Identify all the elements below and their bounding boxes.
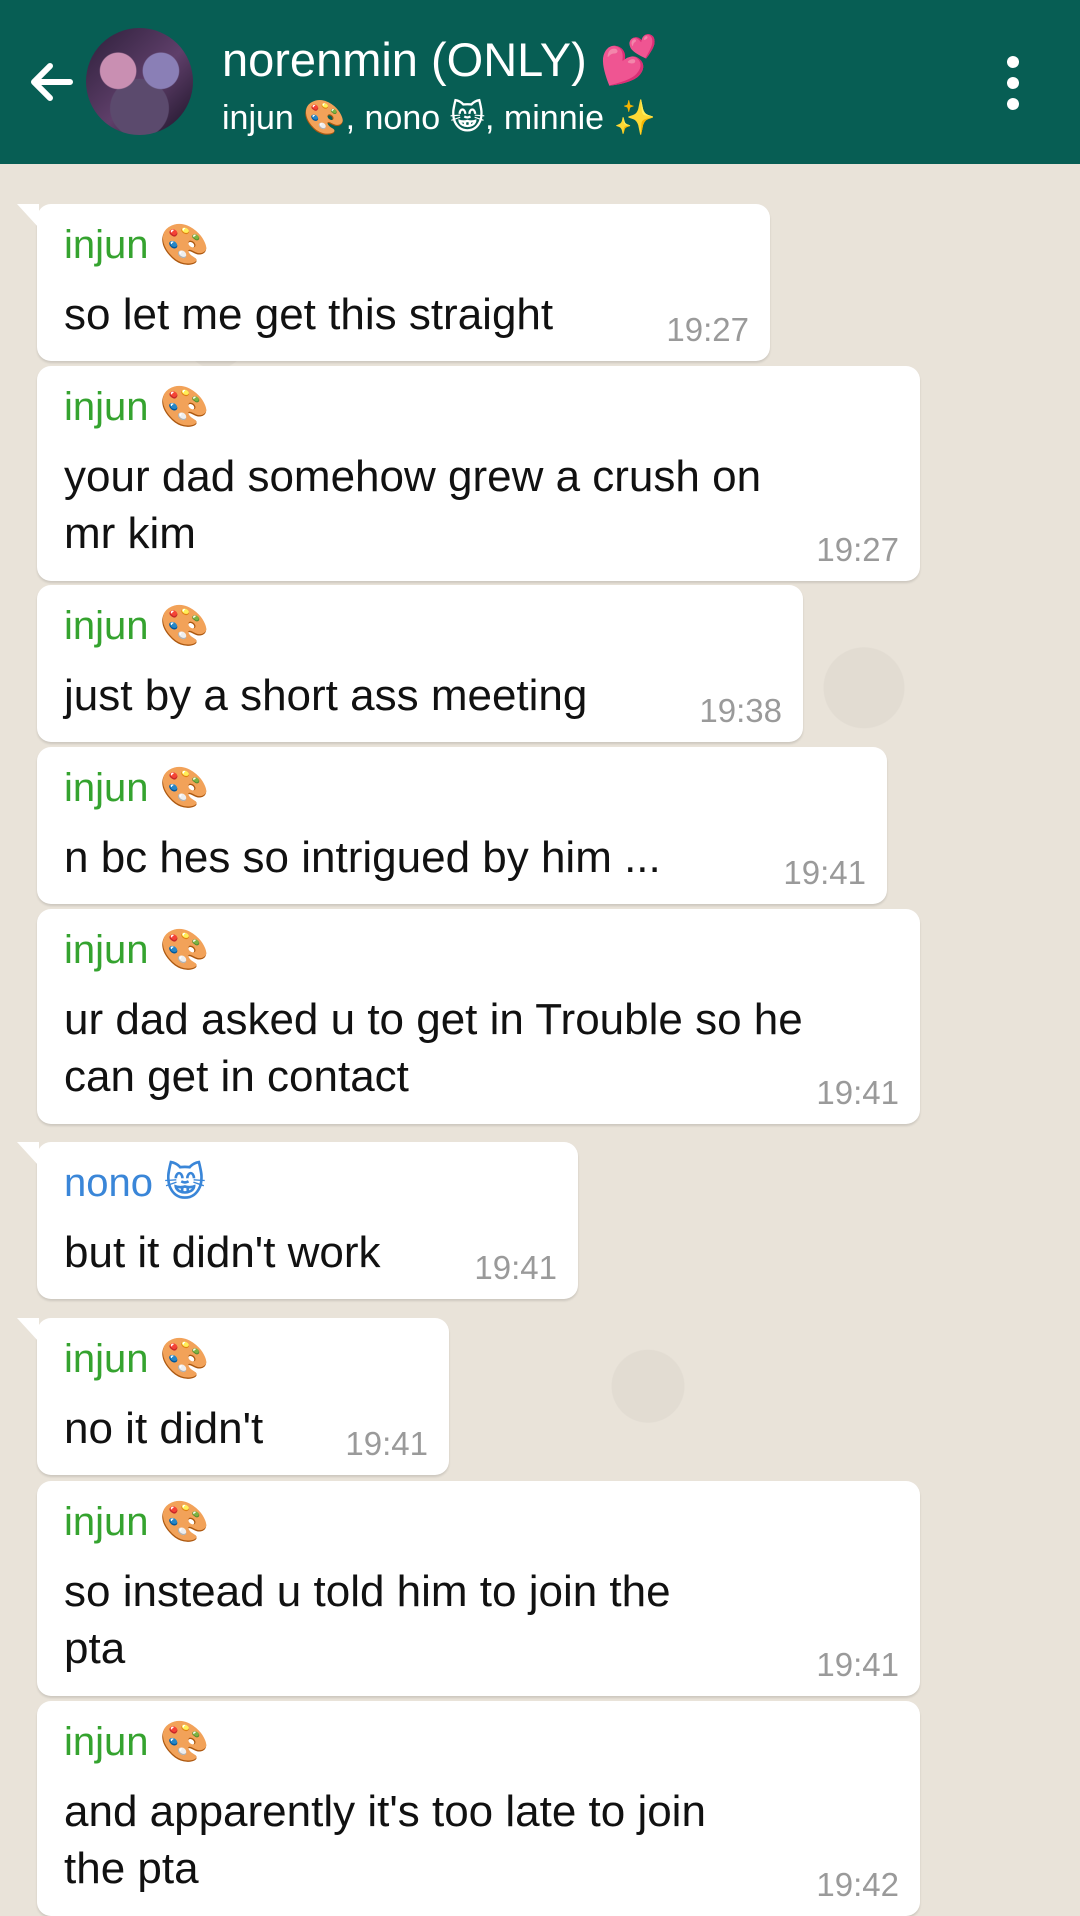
chat-messages: injun 🎨 so let me get this straight 19:2… <box>0 164 1080 1916</box>
chat-title[interactable]: norenmin (ONLY) 💕 <box>222 30 658 90</box>
group-avatar[interactable] <box>86 28 193 135</box>
message-sender: injun 🎨 <box>64 223 210 267</box>
message-text: n bc hes so intrigued by him ... <box>64 833 661 882</box>
message-bubble[interactable]: nono 😸 but it didn't work 19:41 <box>17 1142 578 1299</box>
chat-participants[interactable]: injun 🎨, nono 😸, minnie ✨ <box>222 96 656 140</box>
message-bubble[interactable]: injun 🎨 n bc hes so intrigued by him ...… <box>37 747 887 904</box>
message-time: 19:27 <box>816 531 899 568</box>
message-sender: injun 🎨 <box>64 1720 210 1764</box>
message-bubble[interactable]: injun 🎨 no it didn't 19:41 <box>17 1318 449 1475</box>
message-time: 19:41 <box>816 1074 899 1111</box>
message-sender: injun 🎨 <box>64 928 210 972</box>
message-text: and apparently it's too late to join the… <box>64 1787 706 1893</box>
message-bubble[interactable]: injun 🎨 so let me get this straight 19:2… <box>17 204 770 361</box>
message-time: 19:27 <box>666 311 749 348</box>
message-time: 19:41 <box>816 1646 899 1683</box>
message-time: 19:41 <box>783 854 866 891</box>
message-text: just by a short ass meeting <box>64 671 588 720</box>
message-sender: nono 😸 <box>64 1161 206 1205</box>
message-sender: injun 🎨 <box>64 766 210 810</box>
message-text: so let me get this straight <box>64 290 554 339</box>
message-sender: injun 🎨 <box>64 385 210 429</box>
chat-header: norenmin (ONLY) 💕 injun 🎨, nono 😸, minni… <box>0 0 1080 164</box>
message-text: your dad somehow grew a crush on mr kim <box>64 452 762 558</box>
message-sender: injun 🎨 <box>64 1500 210 1544</box>
message-bubble[interactable]: injun 🎨 and apparently it's too late to … <box>37 1701 920 1916</box>
more-options-icon[interactable] <box>998 56 1028 110</box>
back-arrow-icon[interactable] <box>22 52 82 112</box>
message-bubble[interactable]: injun 🎨 so instead u told him to join th… <box>37 1481 920 1696</box>
message-sender: injun 🎨 <box>64 604 210 648</box>
message-time: 19:42 <box>816 1866 899 1903</box>
message-bubble[interactable]: injun 🎨 your dad somehow grew a crush on… <box>37 366 920 581</box>
message-text: so instead u told him to join the pta <box>64 1567 671 1673</box>
message-sender: injun 🎨 <box>64 1337 210 1381</box>
message-bubble[interactable]: injun 🎨 ur dad asked u to get in Trouble… <box>37 909 920 1124</box>
message-time: 19:41 <box>345 1425 428 1462</box>
message-text: ur dad asked u to get in Trouble so he c… <box>64 995 803 1101</box>
message-time: 19:41 <box>474 1249 557 1286</box>
message-bubble[interactable]: injun 🎨 just by a short ass meeting 19:3… <box>37 585 803 742</box>
message-time: 19:38 <box>699 692 782 729</box>
